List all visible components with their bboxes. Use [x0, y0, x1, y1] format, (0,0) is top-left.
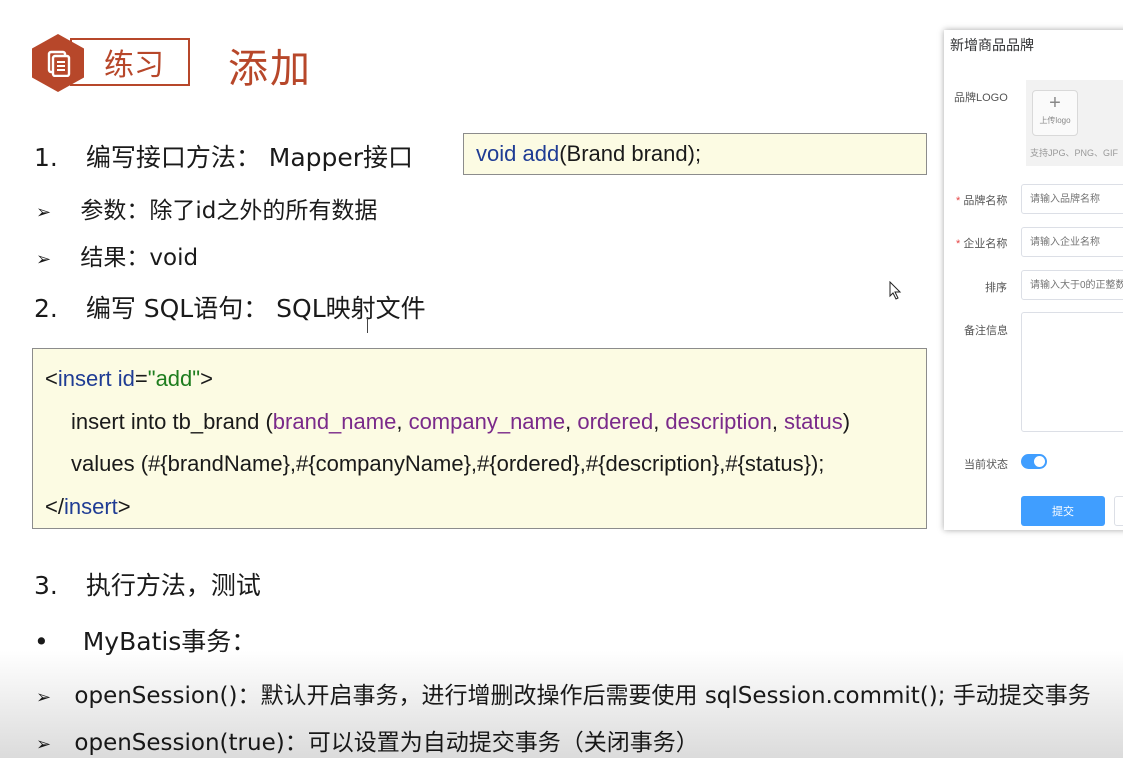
- exercise-tag: 练习: [70, 38, 190, 86]
- code-method-name: add: [522, 141, 560, 166]
- brand-name-input[interactable]: [1021, 184, 1123, 214]
- step-3-text: 执行方法，测试: [85, 571, 261, 600]
- step-2-text: 编写 SQL语句： SQL映射文件: [85, 294, 426, 323]
- logo-label: 品牌LOGO: [954, 92, 1008, 104]
- code-return-type: void: [476, 141, 517, 166]
- step-1-number: 1.: [34, 143, 58, 172]
- arrow-bullet-icon: ➢: [36, 202, 52, 223]
- bullet-text: openSession()：默认开启事务，进行增删改操作后需要使用 sqlSes…: [74, 683, 1091, 709]
- step-3: 3. 执行方法，测试: [34, 566, 261, 602]
- list-item: ➢ 参数：除了id之外的所有数据: [36, 191, 377, 225]
- exercise-tag-label: 练习: [104, 48, 164, 83]
- status-label: 当前状态: [964, 459, 1008, 471]
- order-label: 排序: [985, 282, 1007, 294]
- remark-textarea[interactable]: [1021, 312, 1123, 432]
- list-item: ➢ openSession(true)：可以设置为自动提交事务（关闭事务）: [36, 723, 699, 757]
- code-method-params: (Brand brand);: [559, 141, 702, 166]
- plus-icon: +: [1049, 92, 1061, 114]
- upload-logo-button[interactable]: + 上传logo: [1032, 90, 1078, 136]
- order-input[interactable]: [1021, 270, 1123, 300]
- upload-hint: 支持JPG、PNG、GIF: [1030, 148, 1119, 158]
- bullet-text: openSession(true)：可以设置为自动提交事务（关闭事务）: [74, 730, 699, 756]
- step-3-number: 3.: [34, 571, 58, 600]
- brand-name-label: * 品牌名称: [956, 195, 1008, 207]
- interface-code: void add (Brand brand);: [463, 133, 927, 175]
- mybatis-heading: • MyBatis事务：: [34, 622, 256, 658]
- mouse-cursor-icon: [888, 280, 904, 305]
- arrow-bullet-icon: ➢: [36, 734, 52, 755]
- status-toggle[interactable]: [1021, 454, 1047, 469]
- bullet-text: 结果：void: [80, 245, 199, 271]
- remark-label: 备注信息: [964, 325, 1008, 337]
- company-name-input[interactable]: [1021, 227, 1123, 257]
- arrow-bullet-icon: ➢: [36, 687, 52, 708]
- step-2-number: 2.: [34, 294, 58, 323]
- step-1: 1. 编写接口方法： Mapper接口: [34, 138, 413, 174]
- dialog-title: 新增商品品牌: [950, 37, 1034, 53]
- submit-button[interactable]: 提交: [1021, 496, 1105, 526]
- company-name-label: * 企业名称: [956, 238, 1008, 250]
- add-brand-dialog: 新增商品品牌 品牌LOGO + 上传logo 支持JPG、PNG、GIF * 品…: [944, 30, 1123, 530]
- code-line: insert into tb_brand (brand_name, compan…: [71, 409, 851, 434]
- code-line: </insert>: [45, 494, 131, 519]
- text-cursor-icon: [367, 317, 373, 333]
- list-item: ➢ openSession()：默认开启事务，进行增删改操作后需要使用 sqlS…: [36, 676, 1091, 710]
- bullet-text: 参数：除了id之外的所有数据: [80, 198, 378, 224]
- upload-label: 上传logo: [1039, 116, 1071, 125]
- code-line: values (#{brandName},#{companyName},#{or…: [71, 451, 825, 476]
- mybatis-title: MyBatis事务：: [82, 627, 257, 656]
- list-item: ➢ 结果：void: [36, 238, 198, 272]
- cancel-button[interactable]: [1114, 496, 1123, 526]
- arrow-bullet-icon: ➢: [36, 249, 52, 270]
- sql-code-block: <insert id="add"> insert into tb_brand (…: [32, 348, 927, 529]
- page-title: 添加: [228, 46, 312, 92]
- bullet-dot: •: [34, 627, 49, 656]
- code-line: <insert id="add">: [45, 366, 213, 391]
- step-1-text: 编写接口方法： Mapper接口: [85, 143, 414, 172]
